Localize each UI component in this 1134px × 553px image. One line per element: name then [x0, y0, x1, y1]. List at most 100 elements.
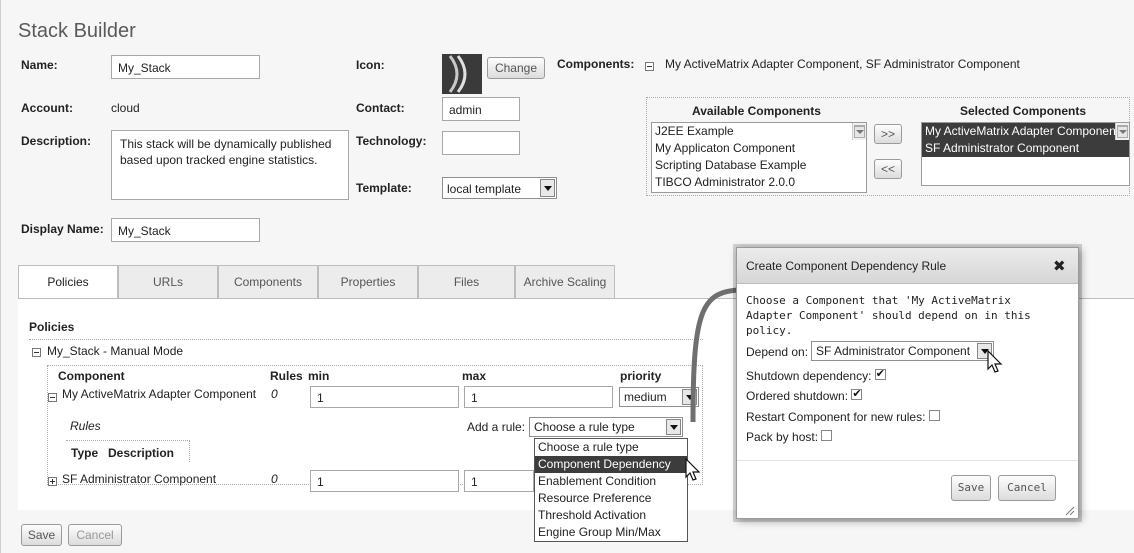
row-collapse-toggle[interactable]: [48, 390, 57, 404]
list-item[interactable]: My ActiveMatrix Adapter Component: [922, 123, 1129, 140]
change-icon-button[interactable]: Change: [487, 57, 545, 79]
tab-components[interactable]: Components: [218, 265, 318, 299]
scroll-down-icon[interactable]: [854, 126, 865, 138]
row-component-name: My ActiveMatrix Adapter Component: [62, 387, 257, 401]
rules-col-type: Type: [71, 446, 99, 460]
dropdown-option[interactable]: Enablement Condition: [535, 473, 687, 490]
minus-box-icon: [48, 393, 57, 403]
save-button[interactable]: Save: [21, 524, 62, 546]
dropdown-option[interactable]: Component Dependency: [535, 456, 687, 473]
components-label: Components:: [557, 57, 635, 71]
ordered-shutdown-label: Ordered shutdown:: [746, 389, 849, 403]
available-components-title: Available Components: [692, 104, 821, 118]
dialog-save-button[interactable]: Save: [951, 475, 991, 501]
remove-component-button[interactable]: <<: [874, 159, 902, 179]
description-textarea[interactable]: This stack will be dynamically published…: [111, 130, 349, 200]
chevron-down-icon: [666, 419, 681, 435]
col-component: Component: [58, 369, 125, 383]
list-item[interactable]: J2EE Example: [652, 123, 866, 140]
technology-label: Technology:: [356, 134, 427, 148]
dropdown-option[interactable]: Resource Preference: [535, 490, 687, 507]
col-max: max: [462, 369, 487, 383]
tab-urls[interactable]: URLs: [118, 265, 218, 299]
display-name-label: Display Name:: [21, 222, 104, 236]
dropdown-option[interactable]: Threshold Activation: [535, 507, 687, 524]
scroll-down-icon[interactable]: [1117, 126, 1128, 138]
template-select[interactable]: local template: [442, 177, 557, 199]
pack-by-host-row: Pack by host:: [746, 430, 833, 444]
rules-col-description: Description: [108, 446, 175, 460]
restart-component-checkbox[interactable]: [928, 410, 940, 421]
min-input[interactable]: 1: [310, 386, 459, 408]
chevron-logo-icon: [448, 55, 467, 93]
col-priority: priority: [620, 369, 662, 383]
col-min: min: [308, 369, 330, 383]
account-value: cloud: [111, 101, 140, 115]
pack-by-host-checkbox[interactable]: [821, 430, 833, 441]
tab-archive-scaling[interactable]: Archive Scaling: [515, 265, 615, 299]
tab-policies[interactable]: Policies: [18, 265, 118, 300]
template-label: Template:: [356, 181, 412, 195]
row-component-name: SF Administrator Component: [62, 472, 217, 486]
list-item[interactable]: My Applicaton Component: [652, 140, 866, 157]
row-rules-count: 0: [271, 387, 278, 401]
chevron-down-icon: [540, 179, 555, 197]
stack-builder-page: Stack Builder Name: My_Stack Account: cl…: [0, 0, 1134, 553]
components-collapse-toggle[interactable]: [645, 59, 654, 73]
row-expand-toggle[interactable]: [48, 474, 57, 488]
dropdown-option[interactable]: Engine Group Min/Max: [535, 524, 687, 541]
available-components-list[interactable]: J2EE Example My Applicaton Component Scr…: [651, 122, 867, 193]
name-input[interactable]: My_Stack: [111, 55, 260, 79]
min-input[interactable]: 1: [310, 470, 459, 492]
display-name-input[interactable]: My_Stack: [111, 218, 260, 242]
tab-files[interactable]: Files: [418, 265, 515, 299]
page-title: Stack Builder: [18, 20, 136, 42]
depend-on-select-value: SF Administrator Component: [816, 344, 971, 358]
dialog-message: Choose a Component that 'My ActiveMatrix…: [746, 294, 1031, 337]
tree-root-label: My_Stack - Manual Mode: [47, 344, 184, 358]
selected-list-scrollbar[interactable]: [1115, 123, 1129, 140]
name-label: Name:: [21, 58, 58, 72]
add-component-button[interactable]: >>: [874, 124, 902, 144]
pack-by-host-label: Pack by host:: [746, 430, 819, 444]
selected-components-list[interactable]: My ActiveMatrix Adapter Component SF Adm…: [921, 122, 1130, 186]
rule-type-select[interactable]: Choose a rule type: [529, 417, 683, 437]
technology-input[interactable]: [442, 131, 520, 155]
dialog-cancel-button[interactable]: Cancel: [998, 475, 1056, 501]
max-input[interactable]: 1: [464, 386, 613, 408]
template-select-value: local template: [447, 182, 522, 196]
dialog-divider: [737, 460, 1078, 461]
depend-on-select[interactable]: SF Administrator Component: [811, 341, 994, 361]
policies-heading: Policies: [29, 320, 75, 334]
restart-component-row: Restart Component for new rules:: [746, 410, 940, 424]
icon-label: Icon:: [356, 58, 385, 72]
components-picker: Available Components J2EE Example My App…: [646, 97, 1130, 196]
list-item[interactable]: Scripting Database Example: [652, 157, 866, 174]
rules-table: Type Description: [66, 440, 190, 462]
close-icon[interactable]: ✖: [1053, 257, 1066, 275]
mouse-pointer-icon: [987, 350, 1003, 373]
ordered-shutdown-checkbox[interactable]: [851, 387, 863, 400]
ordered-shutdown-row: Ordered shutdown:: [746, 387, 863, 403]
list-item[interactable]: SF Administrator Component: [922, 140, 1129, 157]
list-item[interactable]: TIBCO Administrator 2.0.0: [652, 174, 866, 191]
minus-box-icon: [32, 348, 41, 358]
contact-input[interactable]: admin: [442, 97, 520, 121]
contact-label: Contact:: [356, 101, 405, 115]
rule-type-dropdown-list[interactable]: Choose a rule type Component Dependency …: [534, 438, 688, 542]
max-input[interactable]: 1: [464, 470, 534, 492]
resize-grip-icon[interactable]: [1063, 504, 1075, 516]
shutdown-dependency-checkbox[interactable]: [874, 367, 886, 380]
account-label: Account:: [21, 101, 73, 115]
plus-box-icon: [48, 477, 57, 487]
dropdown-option[interactable]: Choose a rule type: [535, 439, 687, 456]
mouse-pointer-icon: [685, 458, 701, 481]
add-rule-label: Add a rule:: [467, 420, 526, 434]
col-rules: Rules: [270, 369, 303, 383]
available-list-scrollbar[interactable]: [852, 123, 866, 140]
cancel-button[interactable]: Cancel: [68, 524, 122, 546]
tree-root-toggle[interactable]: [32, 345, 41, 359]
tab-properties[interactable]: Properties: [318, 265, 418, 299]
description-label: Description:: [21, 134, 92, 148]
stack-icon-image: [442, 54, 482, 94]
